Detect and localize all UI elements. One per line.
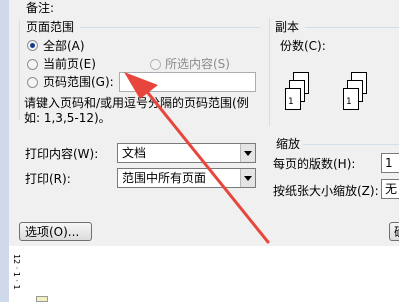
arrow-shaft [142, 86, 270, 244]
arrow-head [124, 72, 158, 99]
annotation-arrow-icon [124, 72, 270, 244]
